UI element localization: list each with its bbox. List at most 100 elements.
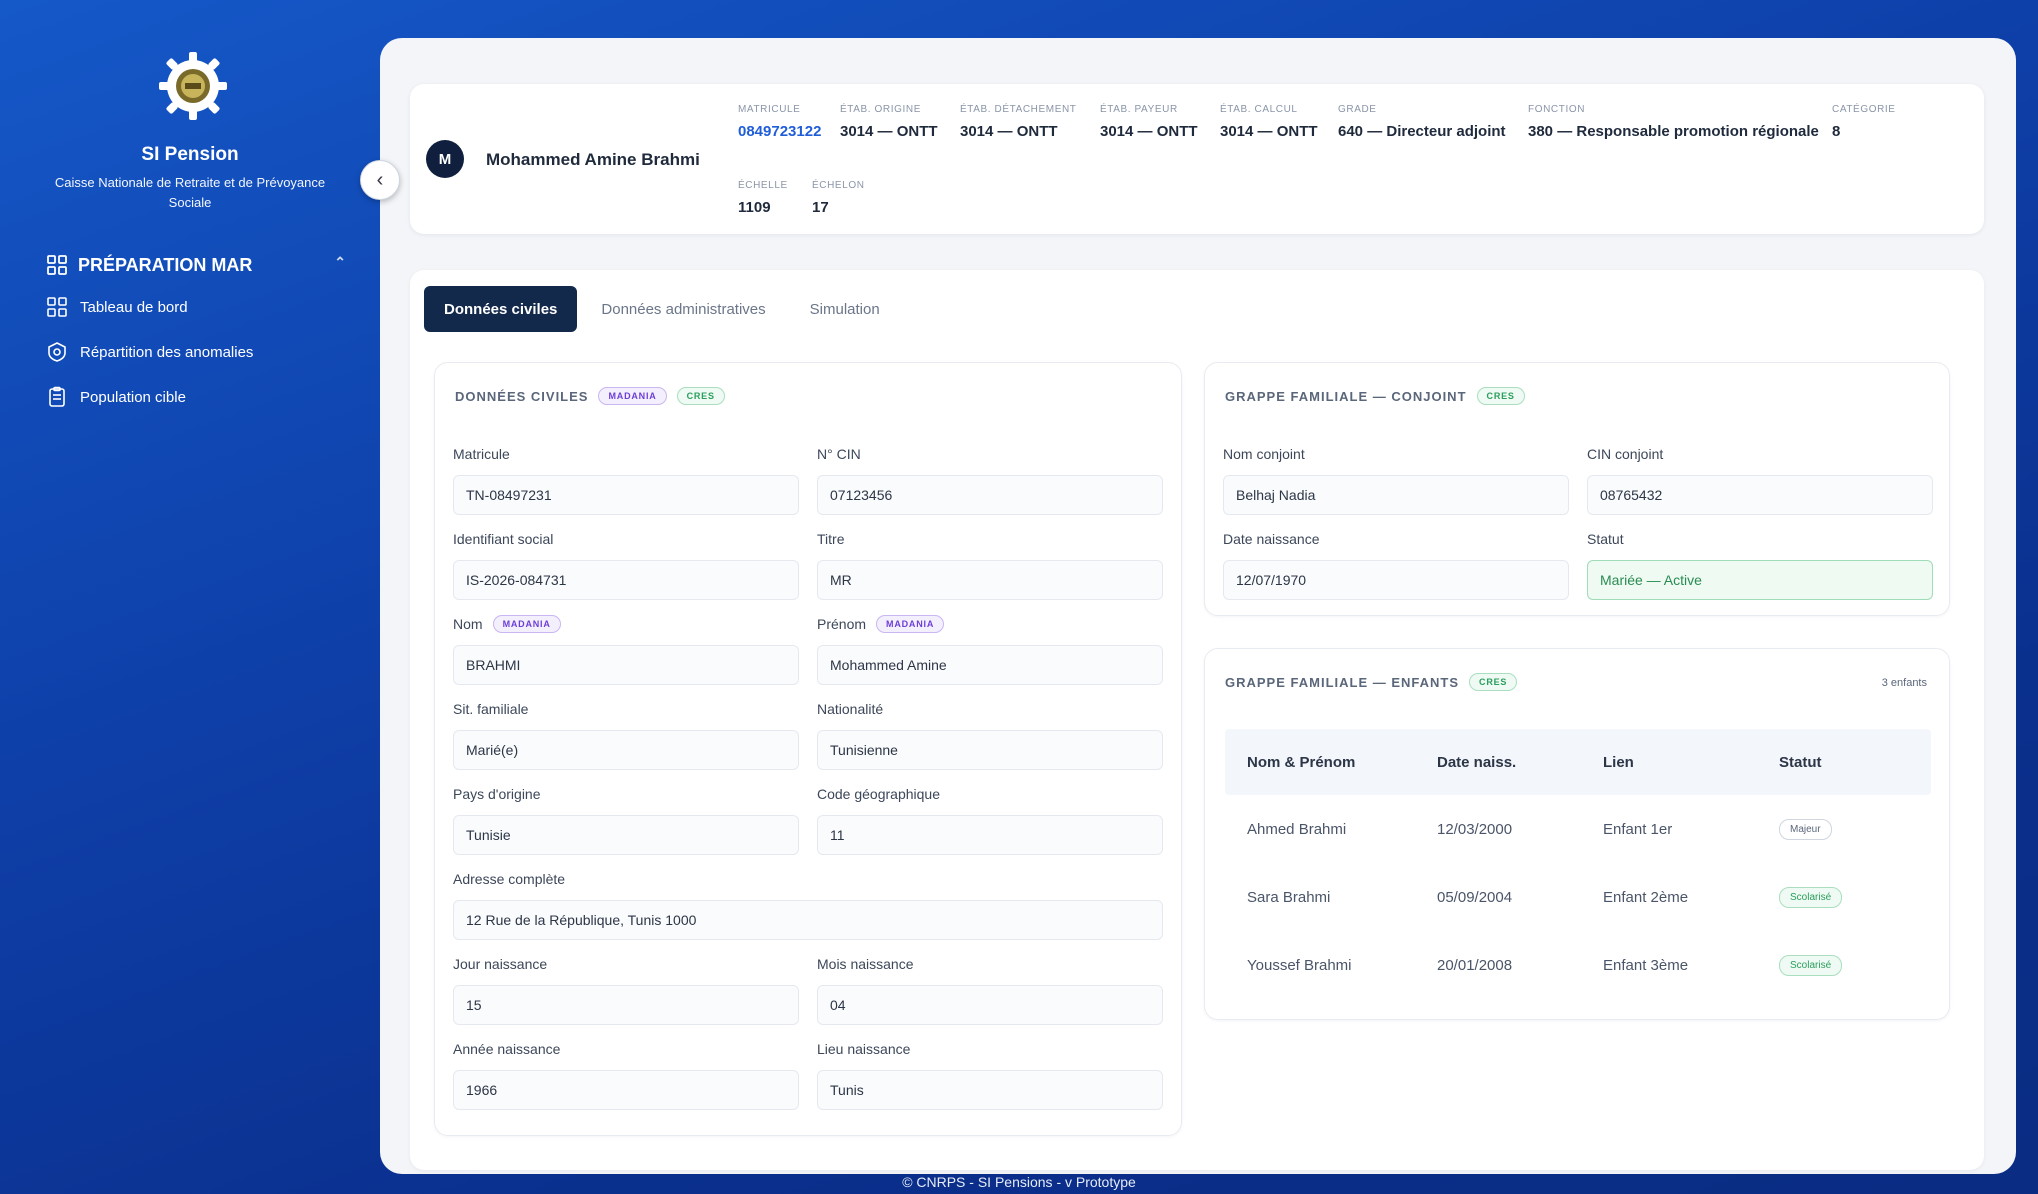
adresse-input[interactable]: 12 Rue de la République, Tunis 1000 <box>453 900 1163 940</box>
children-count: 3 enfants <box>1881 677 1927 689</box>
civil-data-panel: DONNÉES CIVILES MADANIA CRES Matricule T… <box>434 362 1182 1136</box>
nom-conjoint-input[interactable]: Belhaj Nadia <box>1223 475 1569 515</box>
spouse-panel-title: GRAPPE FAMILIALE — CONJOINT CRES <box>1225 387 1525 405</box>
meta-etab-calcul: ÉTAB. CALCUL 3014 — ONTT <box>1220 104 1318 140</box>
clipboard-icon <box>46 386 68 408</box>
jour-naissance-input[interactable]: 15 <box>453 985 799 1025</box>
tab-donnees-civiles[interactable]: Données civiles <box>424 286 578 332</box>
sidebar: SI Pension Caisse Nationale de Retraite … <box>0 0 380 1194</box>
sidebar-item-repartition-anomalies[interactable]: Répartition des anomalies <box>46 337 346 367</box>
field-titre: Titre MR <box>817 528 1163 600</box>
field-cin: N° CIN 07123456 <box>817 443 1163 515</box>
sidebar-item-label: Population cible <box>80 388 186 406</box>
civil-panel-title: DONNÉES CIVILES MADANIA CRES <box>455 387 725 405</box>
sidebar-item-population-cible[interactable]: Population cible <box>46 382 346 412</box>
table-header-row: Nom & Prénom Date naiss. Lien Statut <box>1225 729 1931 795</box>
sidebar-item-tableau-de-bord[interactable]: Tableau de bord <box>46 292 346 322</box>
madania-badge: MADANIA <box>598 387 667 405</box>
anomalies-icon <box>46 341 68 363</box>
code-geographique-input[interactable]: 11 <box>817 815 1163 855</box>
column-header[interactable]: Lien <box>1603 754 1779 771</box>
madania-badge: MADANIA <box>492 615 561 633</box>
cres-badge: CRES <box>1476 387 1525 405</box>
field-jour-naissance: Jour naissance 15 <box>453 953 799 1025</box>
spouse-panel: GRAPPE FAMILIALE — CONJOINT CRES Nom con… <box>1204 362 1950 616</box>
field-identifiant-social: Identifiant social IS-2026-084731 <box>453 528 799 600</box>
field-adresse: Adresse complète 12 Rue de la République… <box>453 868 1163 940</box>
avatar: M <box>426 140 464 178</box>
field-date-naissance-conjoint: Date naissance 12/07/1970 <box>1223 528 1569 600</box>
field-prenom: Prénom MADANIA Mohammed Amine <box>817 613 1163 685</box>
meta-categorie: CATÉGORIE 8 <box>1832 104 1896 140</box>
field-mois-naissance: Mois naissance 04 <box>817 953 1163 1025</box>
brand-subtitle: Caisse Nationale de Retraite et de Prévo… <box>54 175 326 210</box>
cres-badge: CRES <box>1469 673 1518 691</box>
meta-matricule: MATRICULE 0849723122 <box>738 104 822 140</box>
table-row[interactable]: Youssef Brahmi 20/01/2008 Enfant 3ème Sc… <box>1225 931 1931 999</box>
matricule-input[interactable]: TN-08497231 <box>453 475 799 515</box>
meta-grade: GRADE 640 — Directeur adjoint <box>1338 104 1506 140</box>
table-row[interactable]: Sara Brahmi 05/09/2004 Enfant 2ème Scola… <box>1225 863 1931 931</box>
field-code-geographique: Code géographique 11 <box>817 783 1163 855</box>
field-nationalite: Nationalité Tunisienne <box>817 698 1163 770</box>
tab-donnees-administratives[interactable]: Données administratives <box>581 286 785 332</box>
chevron-left-icon: ‹ <box>376 168 384 191</box>
status-badge: Scolarisé <box>1779 886 1843 908</box>
meta-echelle: ÉCHELLE 1109 <box>738 180 788 216</box>
column-header[interactable]: Statut <box>1779 754 1931 771</box>
prenom-input[interactable]: Mohammed Amine <box>817 645 1163 685</box>
tab-bar: Données civiles Données administratives … <box>424 286 904 332</box>
meta-etab-detachement: ÉTAB. DÉTACHEMENT 3014 — ONTT <box>960 104 1077 140</box>
nom-input[interactable]: BRAHMI <box>453 645 799 685</box>
matricule-link[interactable]: 0849723122 <box>738 123 821 140</box>
children-panel-title: GRAPPE FAMILIALE — ENFANTS CRES <box>1225 673 1518 691</box>
brand-title: SI Pension <box>141 144 239 165</box>
nav-section-label: PRÉPARATION MAR <box>78 254 253 275</box>
footer-copyright: © CNRPS - SI Pensions - v Prototype <box>902 1174 1136 1190</box>
dashboard-icon <box>46 296 68 318</box>
table-row[interactable]: Ahmed Brahmi 12/03/2000 Enfant 1er Majeu… <box>1225 795 1931 863</box>
cnrps-logo-icon <box>158 44 228 128</box>
field-lieu-naissance: Lieu naissance Tunis <box>817 1038 1163 1110</box>
cin-input[interactable]: 07123456 <box>817 475 1163 515</box>
cres-badge: CRES <box>676 387 725 405</box>
sit-familiale-input[interactable]: Marié(e) <box>453 730 799 770</box>
pays-origine-input[interactable]: Tunisie <box>453 815 799 855</box>
column-header[interactable]: Nom & Prénom <box>1225 754 1437 771</box>
children-panel: GRAPPE FAMILIALE — ENFANTS CRES 3 enfant… <box>1204 648 1950 1020</box>
nationalite-input[interactable]: Tunisienne <box>817 730 1163 770</box>
identifiant-social-input[interactable]: IS-2026-084731 <box>453 560 799 600</box>
date-naissance-conjoint-input[interactable]: 12/07/1970 <box>1223 560 1569 600</box>
mois-naissance-input[interactable]: 04 <box>817 985 1163 1025</box>
meta-etab-payeur: ÉTAB. PAYEUR 3014 — ONTT <box>1100 104 1198 140</box>
field-matricule: Matricule TN-08497231 <box>453 443 799 515</box>
employee-name: Mohammed Amine Brahmi <box>486 150 700 169</box>
statut-conjoint-input[interactable]: Mariée — Active <box>1587 560 1933 600</box>
status-badge: Majeur <box>1779 818 1832 840</box>
madania-badge: MADANIA <box>876 615 945 633</box>
cin-conjoint-input[interactable]: 08765432 <box>1587 475 1933 515</box>
meta-etab-origine: ÉTAB. ORIGINE 3014 — ONTT <box>840 104 938 140</box>
titre-input[interactable]: MR <box>817 560 1163 600</box>
annee-naissance-input[interactable]: 1966 <box>453 1070 799 1110</box>
field-cin-conjoint: CIN conjoint 08765432 <box>1587 443 1933 515</box>
lieu-naissance-input[interactable]: Tunis <box>817 1070 1163 1110</box>
field-annee-naissance: Année naissance 1966 <box>453 1038 799 1110</box>
column-header[interactable]: Date naiss. <box>1437 754 1603 771</box>
field-nom-conjoint: Nom conjoint Belhaj Nadia <box>1223 443 1569 515</box>
tab-simulation[interactable]: Simulation <box>790 286 900 332</box>
nav-section-preparation-mar[interactable]: PRÉPARATION MAR ⌃ <box>46 250 346 280</box>
field-pays-origine: Pays d'origine Tunisie <box>453 783 799 855</box>
chevron-up-icon[interactable]: ⌃ <box>334 254 346 271</box>
meta-echelon: ÉCHELON 17 <box>812 180 865 216</box>
collapse-sidebar-button[interactable]: ‹ <box>360 160 400 200</box>
children-table: Nom & Prénom Date naiss. Lien Statut Ahm… <box>1225 729 1931 999</box>
status-badge: Scolarisé <box>1779 954 1843 976</box>
grid-icon <box>46 254 68 276</box>
meta-fonction: FONCTION 380 — Responsable promotion régi… <box>1528 104 1819 140</box>
sidebar-item-label: Tableau de bord <box>80 298 188 316</box>
field-statut-conjoint: Statut Mariée — Active <box>1587 528 1933 600</box>
field-nom: Nom MADANIA BRAHMI <box>453 613 799 685</box>
field-sit-familiale: Sit. familiale Marié(e) <box>453 698 799 770</box>
sidebar-item-label: Répartition des anomalies <box>80 343 254 361</box>
